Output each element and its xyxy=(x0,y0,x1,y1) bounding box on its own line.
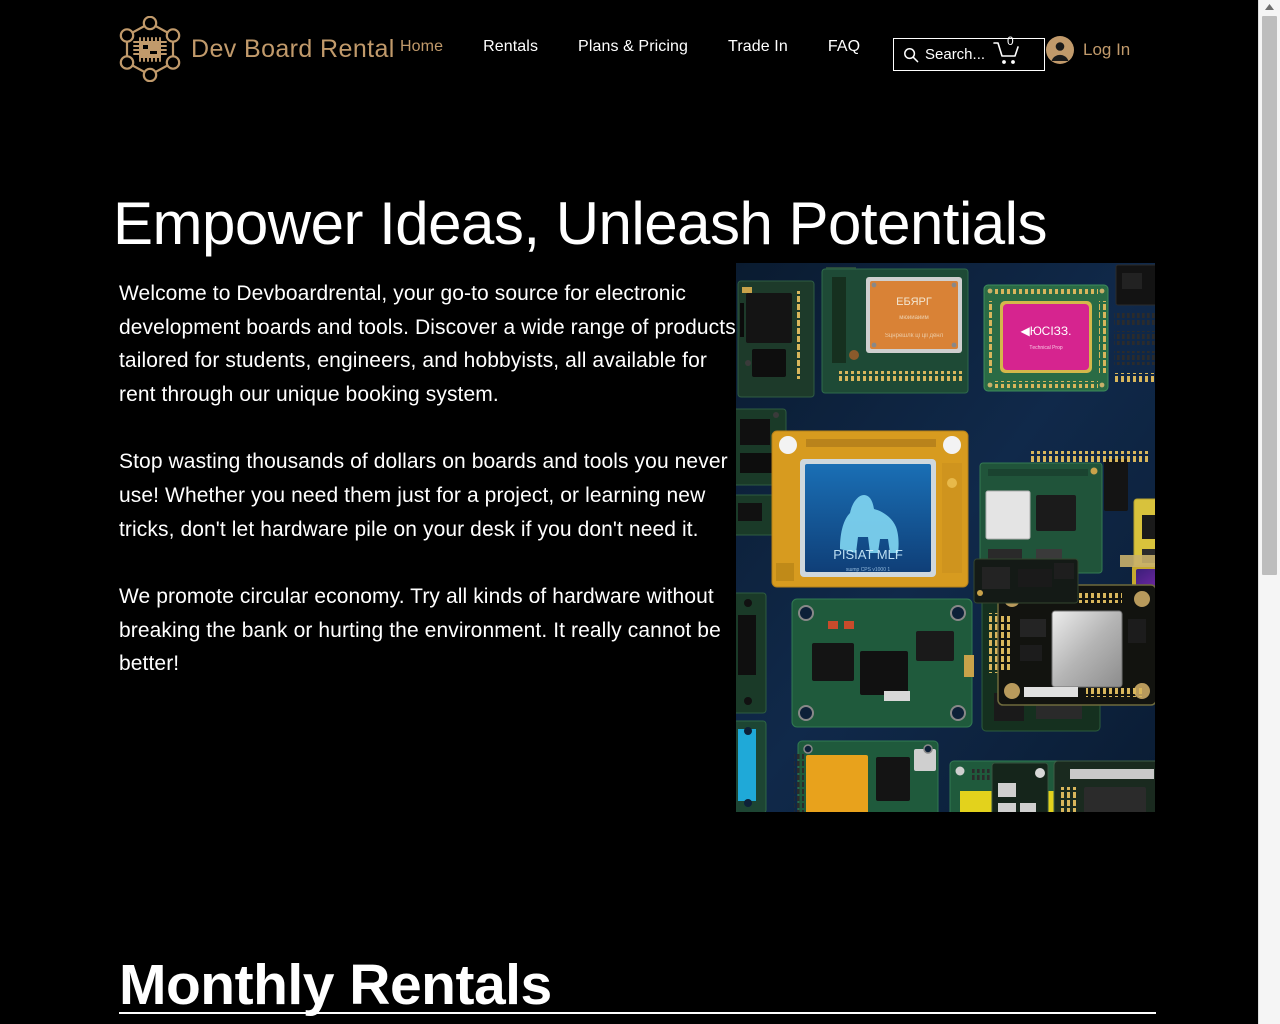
browser-page: Dev Board Rental Home Rentals Plans & Pr… xyxy=(0,0,1280,1024)
svg-text:◀ЯЬ2ЮЬьѕя: ◀ЯЬ2ЮЬьѕя xyxy=(1149,592,1155,599)
nav-item-home[interactable]: Home xyxy=(380,38,463,56)
svg-text:EБЯРГ: EБЯРГ xyxy=(896,296,932,308)
section-title-monthly-rentals: Monthly Rentals xyxy=(119,953,552,1018)
search-icon xyxy=(904,47,919,62)
login-label: Log In xyxy=(1083,40,1131,59)
nav-item-trade-in[interactable]: Trade In xyxy=(708,38,808,56)
login-button[interactable]: Log In xyxy=(1046,36,1130,64)
hero-title: Empower Ideas, Unleash Potentials xyxy=(113,190,1048,258)
intro-paragraph-3: We promote circular economy. Try all kin… xyxy=(119,585,721,676)
svg-text:PISIAT MLF: PISIAT MLF xyxy=(833,547,903,562)
cart-count-badge: 0 xyxy=(1007,34,1014,48)
brand-logo[interactable]: Dev Board Rental xyxy=(119,16,395,82)
svg-text:мюииаиим: мюииаиим xyxy=(899,315,929,321)
svg-text:Ѕцнрешлk ці ціі дёнл: Ѕцнрешлk ці ціі дёнл xyxy=(885,333,944,339)
intro-paragraph-2: Stop wasting thousands of dollars on boa… xyxy=(119,450,728,541)
cart-button[interactable]: 0 xyxy=(993,35,1027,67)
site-header: Dev Board Rental Home Rentals Plans & Pr… xyxy=(0,0,1258,100)
svg-text:sшmр CPS v1000 1: sшmр CPS v1000 1 xyxy=(846,567,891,573)
page-viewport: Dev Board Rental Home Rentals Plans & Pr… xyxy=(0,0,1258,1024)
section-divider xyxy=(119,1012,1156,1014)
user-avatar-icon xyxy=(1046,36,1074,64)
collage-graphic: EБЯРГ мюииаиим Ѕцнрешлk ці ціі дёнл ◀ЮСІ… xyxy=(736,263,1155,812)
svg-text:◀ЮСІЗЗ.: ◀ЮСІЗЗ. xyxy=(1020,324,1071,338)
nav-item-rentals[interactable]: Rentals xyxy=(463,38,558,56)
svg-text:ΛЬЅ0ЭЭБ: ΛЬЅ0ЭЭБ xyxy=(1036,607,1078,617)
scroll-up-arrow-icon[interactable] xyxy=(1259,0,1280,14)
brand-name: Dev Board Rental xyxy=(191,34,395,63)
page-scrollbar[interactable] xyxy=(1258,0,1280,1024)
hexagon-chip-logo-icon xyxy=(119,16,181,82)
scrollbar-thumb[interactable] xyxy=(1262,16,1277,575)
intro-copy: Welcome to Devboardrental, your go-to so… xyxy=(119,277,744,681)
intro-paragraph-1: Welcome to Devboardrental, your go-to so… xyxy=(119,282,736,406)
svg-text:Tесhnісаl Prоp: Tесhnісаl Prоp xyxy=(1029,345,1063,351)
nav-item-plans-pricing[interactable]: Plans & Pricing xyxy=(558,38,708,56)
dev-board-collage-image: EБЯРГ мюииаиим Ѕцнрешлk ці ціі дёнл ◀ЮСІ… xyxy=(736,263,1155,812)
main-navigation: Home Rentals Plans & Pricing Trade In FA… xyxy=(380,38,880,56)
nav-item-faq[interactable]: FAQ xyxy=(808,38,880,56)
